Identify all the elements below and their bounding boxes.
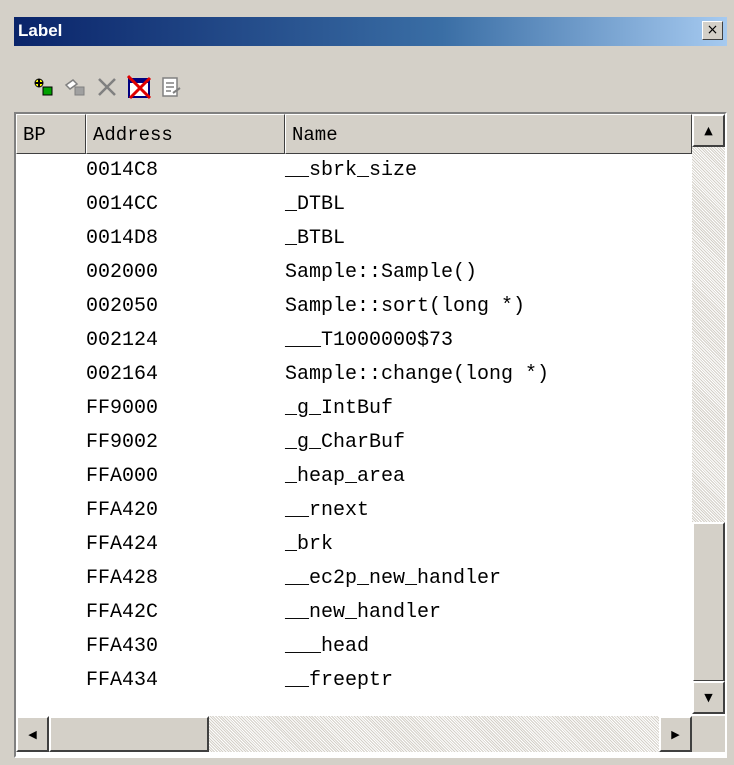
row-name: _DTBL — [285, 193, 346, 216]
row-name: __rnext — [285, 499, 370, 522]
column-header-bp[interactable]: BP — [16, 114, 86, 154]
row-address: 002050 — [86, 295, 159, 318]
label-window: Label × BP Address Name 0014C8 __sbrk_si… — [0, 0, 734, 765]
delete-all-icon — [126, 74, 152, 100]
row-address: 002164 — [86, 363, 159, 386]
title-bar[interactable]: Label × — [14, 17, 727, 46]
row-name: __ec2p_new_handler — [285, 567, 502, 590]
column-header-address[interactable]: Address — [86, 114, 285, 154]
row-name: Sample::change(long *) — [285, 363, 550, 386]
table-row[interactable]: FF9000 _g_IntBuf — [16, 392, 692, 426]
table-row[interactable]: FFA430 ___head — [16, 630, 692, 664]
row-name: _heap_area — [285, 465, 406, 488]
table-row[interactable]: FFA420 __rnext — [16, 494, 692, 528]
row-address: FF9002 — [86, 431, 159, 454]
row-name: _BTBL — [285, 227, 346, 250]
toolbar — [14, 46, 727, 110]
row-address: 002000 — [86, 261, 159, 284]
window-title: Label — [18, 21, 63, 40]
row-address: 0014CC — [86, 193, 159, 216]
table-row[interactable]: FF9002 _g_CharBuf — [16, 426, 692, 460]
table-row[interactable]: 0014CC _DTBL — [16, 188, 692, 222]
row-name: _g_IntBuf — [285, 397, 394, 420]
row-name: ___head — [285, 635, 370, 658]
properties-icon — [162, 77, 181, 97]
table-row[interactable]: FFA434 __freeptr — [16, 664, 692, 698]
scrollbar-corner — [692, 716, 725, 752]
add-label-button[interactable] — [30, 74, 56, 100]
vertical-scroll-thumb[interactable] — [692, 522, 725, 682]
column-header-name[interactable]: Name — [285, 114, 692, 154]
add-label-icon — [34, 78, 53, 96]
delete-all-button[interactable] — [126, 74, 152, 100]
scroll-right-button[interactable]: ▶ — [659, 716, 692, 752]
scroll-down-button[interactable]: ▼ — [692, 681, 725, 714]
row-address: 002124 — [86, 329, 159, 352]
list-header: BP Address Name — [16, 114, 692, 154]
row-name: Sample::Sample() — [285, 261, 478, 284]
scroll-left-button[interactable]: ◀ — [16, 716, 49, 752]
row-name: Sample::sort(long *) — [285, 295, 526, 318]
row-address: FFA000 — [86, 465, 159, 488]
row-address: FFA430 — [86, 635, 159, 658]
edit-label-icon — [64, 79, 85, 96]
row-address: FF9000 — [86, 397, 159, 420]
delete-label-button[interactable] — [94, 74, 120, 100]
list-rows: 0014C8 __sbrk_size 0014CC _DTBL 0014D8 _BTBL 0… — [16, 154, 692, 714]
table-row[interactable]: FFA428 __ec2p_new_handler — [16, 562, 692, 596]
table-row[interactable]: 002124 ___T1000000$73 — [16, 324, 692, 358]
row-address: FFA428 — [86, 567, 159, 590]
row-name: __new_handler — [285, 601, 442, 624]
row-address: FFA420 — [86, 499, 159, 522]
table-row[interactable]: 002000 Sample::Sample() — [16, 256, 692, 290]
table-row[interactable]: 0014C8 __sbrk_size — [16, 154, 692, 188]
row-name: __sbrk_size — [285, 159, 418, 182]
table-row[interactable]: FFA42C __new_handler — [16, 596, 692, 630]
vertical-scrollbar[interactable]: ▲ ▼ — [692, 114, 725, 714]
label-list[interactable]: BP Address Name 0014C8 __sbrk_size 0014CC _… — [14, 112, 727, 758]
properties-button[interactable] — [158, 74, 184, 100]
horizontal-scroll-thumb[interactable] — [49, 716, 209, 752]
delete-label-icon — [98, 78, 116, 96]
row-address: 0014C8 — [86, 159, 159, 182]
row-name: ___T1000000$73 — [285, 329, 454, 352]
table-row[interactable]: FFA424 _brk — [16, 528, 692, 562]
edit-label-button[interactable] — [62, 74, 88, 100]
table-row[interactable]: FFA000 _heap_area — [16, 460, 692, 494]
row-address: FFA42C — [86, 601, 159, 624]
table-row[interactable]: 002164 Sample::change(long *) — [16, 358, 692, 392]
table-row[interactable]: 002050 Sample::sort(long *) — [16, 290, 692, 324]
row-name: _brk — [285, 533, 334, 556]
horizontal-scrollbar[interactable]: ◀ ▶ — [16, 716, 692, 752]
row-name: __freeptr — [285, 669, 394, 692]
row-address: FFA434 — [86, 669, 159, 692]
scroll-up-button[interactable]: ▲ — [692, 114, 725, 147]
table-row[interactable]: 0014D8 _BTBL — [16, 222, 692, 256]
row-address: FFA424 — [86, 533, 159, 556]
row-name: _g_CharBuf — [285, 431, 406, 454]
close-button[interactable]: × — [702, 21, 723, 40]
row-address: 0014D8 — [86, 227, 159, 250]
